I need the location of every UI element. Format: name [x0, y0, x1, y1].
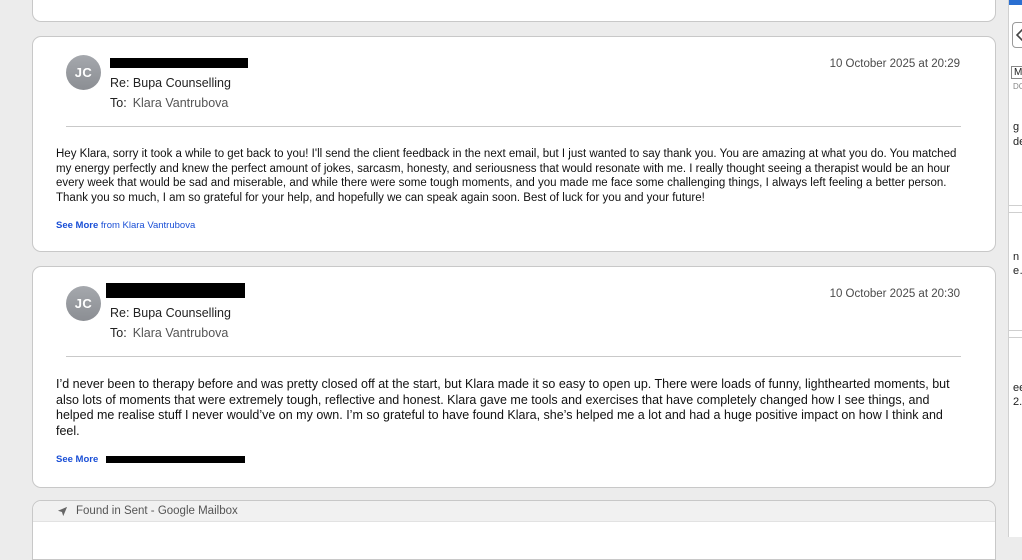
- sender-avatar: JC: [66, 55, 101, 90]
- side-text: g: [1013, 121, 1020, 133]
- side-text: de: [1013, 136, 1022, 148]
- side-text: e…: [1013, 265, 1022, 277]
- found-in-label: Found in Sent - Google Mailbox: [76, 505, 238, 517]
- to-label: To:: [110, 96, 127, 110]
- see-more-label[interactable]: See More: [56, 220, 98, 231]
- adjacent-pane: M DO g de n e… ee 2.: [1008, 0, 1022, 537]
- location-arrow-icon: [57, 506, 68, 516]
- email-card[interactable]: JC Re: Bupa Counselling To: Klara Vantrub…: [32, 36, 996, 252]
- side-divider: [1009, 330, 1022, 331]
- side-divider: [1009, 337, 1022, 338]
- see-more-link[interactable]: See More: [56, 454, 98, 465]
- side-text: n: [1013, 251, 1020, 263]
- email-recipient: To: Klara Vantrubova: [110, 96, 228, 110]
- email-body: I’d never been to therapy before and was…: [56, 377, 950, 438]
- email-body: Hey Klara, sorry it took a while to get …: [56, 148, 957, 204]
- side-text: DO: [1013, 82, 1022, 91]
- side-text: ee: [1013, 382, 1022, 394]
- side-divider: [1009, 205, 1022, 206]
- email-subject: Re: Bupa Counselling: [110, 306, 231, 320]
- to-label: To:: [110, 326, 127, 340]
- to-value[interactable]: Klara Vantrubova: [133, 326, 229, 340]
- redacted-sender-name: [110, 58, 248, 68]
- see-more-link[interactable]: See More from Klara Vantrubova: [56, 220, 195, 231]
- header-divider: [66, 126, 961, 127]
- chevron-left-icon: [1015, 28, 1022, 42]
- message-list-pane: JC Re: Bupa Counselling To: Klara Vantrub…: [0, 0, 1008, 560]
- email-date: 10 October 2025 at 20:29: [829, 58, 960, 70]
- selection-highlight: [1009, 0, 1022, 5]
- redacted-sender-name: [106, 283, 245, 298]
- email-recipient: To: Klara Vantrubova: [110, 326, 228, 340]
- previous-message-card[interactable]: [32, 0, 996, 22]
- found-in-card[interactable]: Found in Sent - Google Mailbox: [32, 500, 996, 560]
- see-more-source: from Klara Vantrubova: [100, 220, 196, 231]
- header-divider: [66, 356, 961, 357]
- email-date: 10 October 2025 at 20:30: [829, 288, 960, 300]
- side-field-text: M: [1014, 67, 1022, 78]
- back-button[interactable]: [1012, 22, 1022, 48]
- see-more-label[interactable]: See More: [56, 454, 98, 465]
- found-in-banner: Found in Sent - Google Mailbox: [33, 501, 995, 522]
- to-value[interactable]: Klara Vantrubova: [133, 96, 229, 110]
- sender-avatar: JC: [66, 286, 101, 321]
- side-text: 2.: [1013, 396, 1022, 408]
- side-field[interactable]: M: [1011, 66, 1022, 79]
- side-divider: [1009, 212, 1022, 213]
- email-subject: Re: Bupa Counselling: [110, 76, 231, 90]
- email-card[interactable]: JC Re: Bupa Counselling To: Klara Vantrub…: [32, 266, 996, 488]
- redacted-see-more-source: [106, 456, 245, 463]
